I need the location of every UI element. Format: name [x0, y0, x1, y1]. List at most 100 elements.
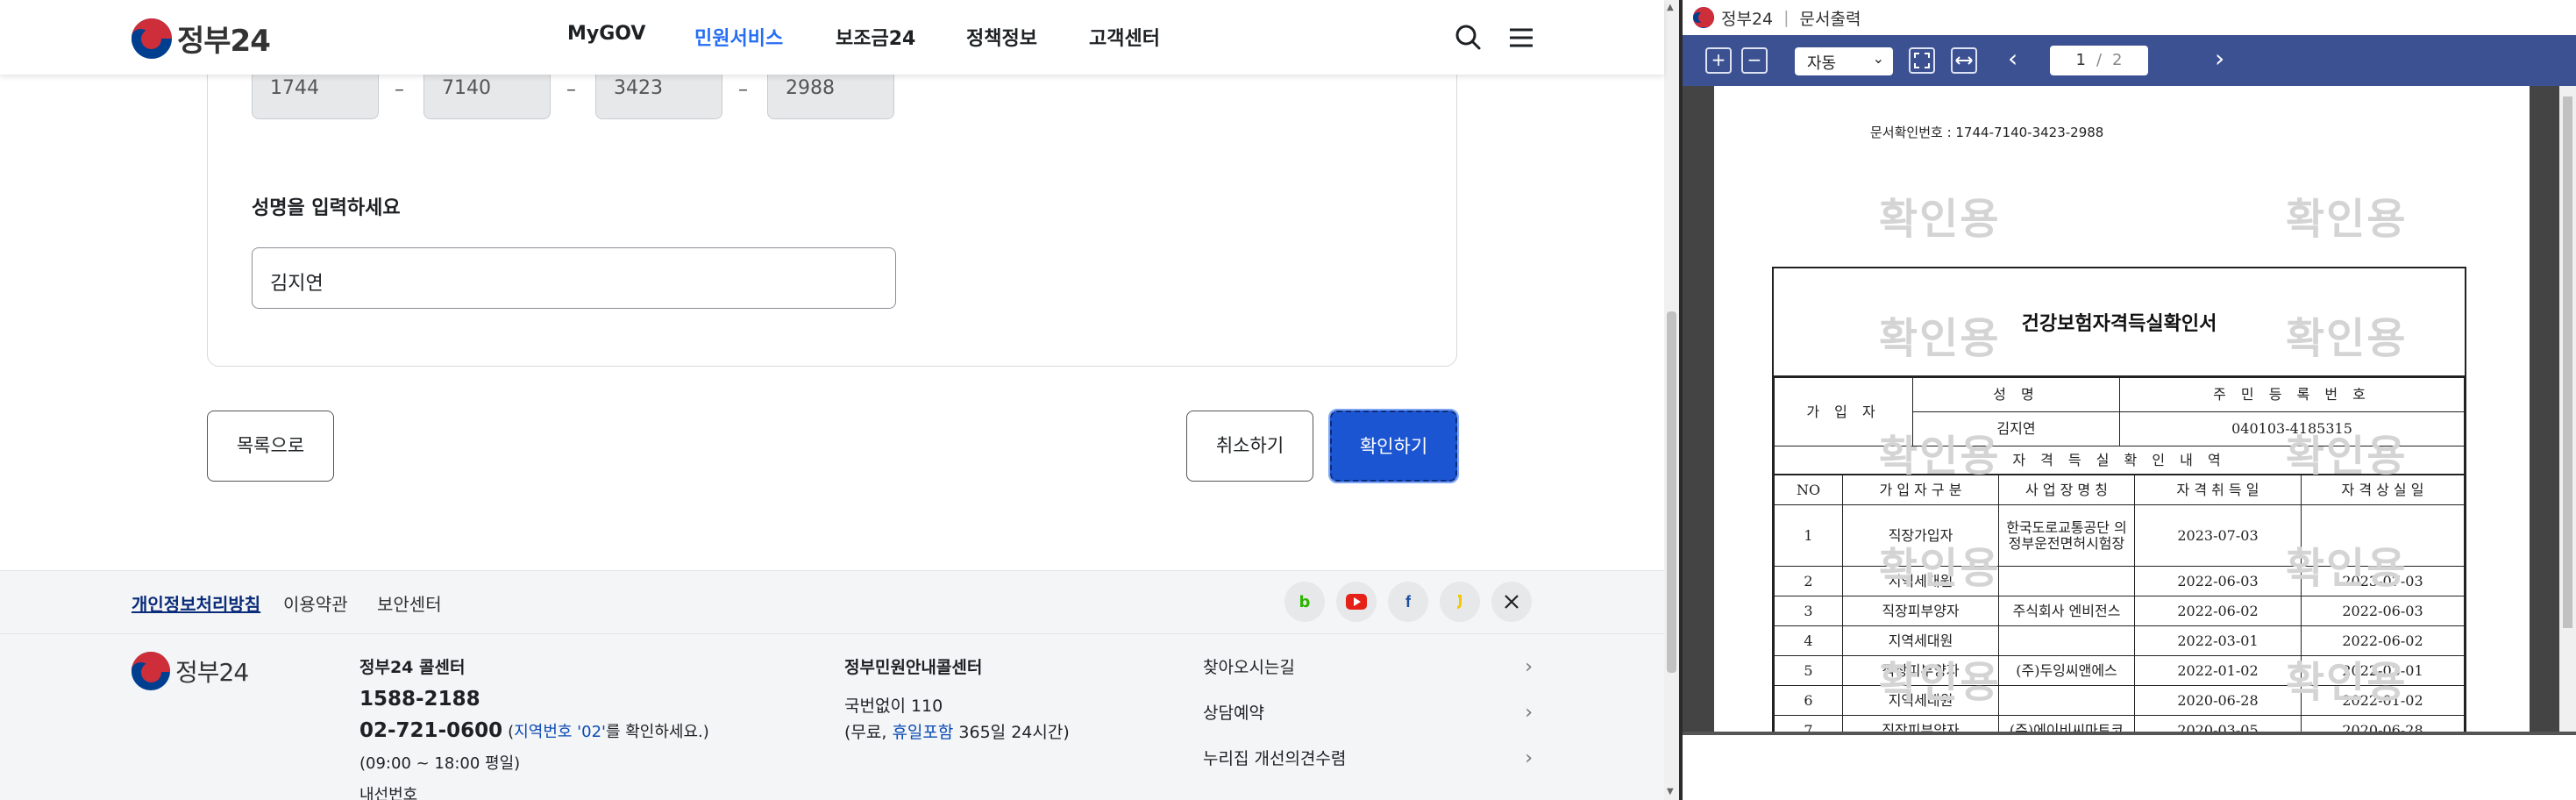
row-acquired-date: 2022-06-02	[2134, 596, 2302, 626]
footer-nav-feedback[interactable]: 누리집 개선의견수렴 ›	[1203, 743, 1533, 789]
row-workplace: 주식회사 엔비전스	[1998, 596, 2135, 626]
document-confirmation-number: 문서확인번호 : 1744-7140-3423-2988	[1870, 125, 2104, 140]
kakao-icon[interactable]	[1440, 582, 1480, 622]
terms-link[interactable]: 이용약관	[283, 590, 348, 616]
gov-note-close: 365일 24시간)	[953, 723, 1070, 742]
taegeuk-logo-icon	[1693, 7, 1714, 28]
footer-logo-text: 정부24	[175, 658, 249, 687]
viewer-toolbar: + − 자동 ⌄ ‹ 1 / 2 ›	[1683, 35, 2576, 86]
main-scrollbar[interactable]: ▲ ▼	[1664, 0, 1679, 800]
row-lost-date	[2301, 504, 2465, 567]
row-workplace	[1998, 566, 2135, 596]
search-icon[interactable]	[1452, 21, 1485, 54]
zoom-out-icon[interactable]: −	[1741, 47, 1768, 74]
gov-note-open: (무료,	[844, 723, 893, 742]
column-header: 사 업 장 명 칭	[1998, 475, 2135, 505]
cancel-button[interactable]: 취소하기	[1186, 411, 1313, 482]
nav-subsidy24[interactable]: 보조금24	[836, 23, 915, 51]
site-logo[interactable]: 정부24	[132, 17, 271, 60]
document-horizontal-scrollbar[interactable]	[1683, 732, 2576, 735]
zoom-in-icon[interactable]: +	[1705, 47, 1732, 74]
scroll-up-icon[interactable]: ▲	[1667, 3, 1674, 12]
footer-logo: 정부24	[132, 652, 249, 690]
holiday-note: 휴일포함	[892, 723, 954, 742]
phone-note-close: 를 확인하세요.)	[605, 723, 709, 741]
viewer-app-name: 정부24	[1721, 9, 1774, 29]
name-field-label: 성명을 입력하세요	[252, 197, 401, 219]
footer-nav-consult-booking[interactable]: 상담예약 ›	[1203, 697, 1533, 743]
call-center-phone-2-line: 02-721-0600 (지역번호 '02'를 확인하세요.)	[359, 715, 709, 748]
row-acquired-date: 2022-03-01	[2134, 625, 2302, 656]
insurance-certificate-table: 건강보험자격득실확인서 가 입 자 성 명 주 민 등 록 번 호 김지연 04…	[1772, 267, 2466, 732]
logo-text: 정부24	[177, 24, 271, 59]
prev-page-icon[interactable]: ‹	[2008, 44, 2017, 73]
document-viewer-window: 정부24 | 문서출력 + − 자동 ⌄ ‹ 1 / 2 › 문서확인번호 : 17…	[1679, 0, 2576, 800]
call-center-info: 정부24 콜센터 1588-2188 02-721-0600 (지역번호 '02…	[359, 652, 709, 800]
main-window: 정부24 MyGOV 민원서비스 보조금24 정책정보 고객센터 1744 – …	[0, 0, 1679, 800]
doc-number-separator: –	[566, 79, 576, 101]
zoom-select[interactable]: 자동 ⌄	[1795, 47, 1893, 75]
nav-mygov[interactable]: MyGOV	[567, 23, 645, 45]
document-title: 건강보험자격득실확인서	[1774, 268, 2465, 377]
taegeuk-logo-icon	[132, 18, 172, 59]
menu-icon[interactable]	[1505, 21, 1538, 54]
footer-nav-directions[interactable]: 찾아오시는길 ›	[1203, 652, 1533, 697]
doc-number-separator: –	[395, 79, 404, 101]
back-to-list-button[interactable]: 목록으로	[207, 411, 334, 482]
row-workplace	[1998, 625, 2135, 656]
row-type: 지역세대원	[1842, 685, 1999, 716]
row-type: 직장피부양자	[1842, 715, 1999, 732]
table-row: 4 지역세대원 2022-03-01 2022-06-02	[1774, 625, 2465, 656]
row-acquired-date: 2020-06-28	[2134, 685, 2302, 716]
fit-page-icon[interactable]	[1909, 47, 1935, 74]
row-no: 7	[1774, 715, 1843, 732]
column-header: NO	[1774, 475, 1843, 505]
blog-icon[interactable]: b	[1284, 582, 1325, 622]
row-no: 5	[1774, 655, 1843, 686]
current-page: 1	[2075, 51, 2086, 69]
row-no: 6	[1774, 685, 1843, 716]
rrn-header: 주 민 등 록 번 호	[2119, 377, 2465, 412]
security-center-link[interactable]: 보안센터	[377, 590, 442, 616]
youtube-icon[interactable]	[1336, 582, 1377, 622]
gov-call-center-title: 정부민원안내콜센터	[844, 658, 983, 677]
subscriber-rrn: 040103-4185315	[2119, 411, 2465, 446]
privacy-policy-link[interactable]: 개인정보처리방침	[132, 590, 260, 616]
row-lost-date: 2023-07-03	[2301, 566, 2465, 596]
next-page-icon[interactable]: ›	[2215, 44, 2224, 73]
table-row: 5 직장피부양자 (주)두잉씨앤에스 2022-01-02 2022-03-01	[1774, 655, 2465, 686]
table-row: 2 지역세대원 2022-06-03 2023-07-03	[1774, 566, 2465, 596]
page-indicator[interactable]: 1 / 2	[2050, 46, 2148, 75]
site-footer: 개인정보처리방침 이용약관 보안센터 b f 정부24 정부24 콜센터 158…	[0, 570, 1664, 800]
subscriber-name: 김지연	[1912, 411, 2120, 446]
x-icon[interactable]	[1491, 582, 1532, 622]
confirm-button[interactable]: 확인하기	[1328, 409, 1459, 483]
document-scroll-thumb[interactable]	[2563, 96, 2572, 628]
row-no: 3	[1774, 596, 1843, 626]
table-row: 3 직장피부양자 주식회사 엔비전스 2022-06-02 2022-06-03	[1774, 596, 2465, 626]
facebook-icon[interactable]: f	[1388, 582, 1428, 622]
gov-call-center-info: 정부민원안내콜센터 국번없이 110 (무료, 휴일포함 365일 24시간)	[844, 652, 1070, 748]
document-page: 문서확인번호 : 1744-7140-3423-2988 확인용 확인용 확인용…	[1714, 86, 2530, 732]
row-lost-date: 2022-06-03	[2301, 596, 2465, 626]
zoom-value: 자동	[1807, 54, 1837, 73]
fit-width-icon[interactable]	[1951, 47, 1977, 74]
nav-customer-center[interactable]: 고객센터	[1089, 23, 1160, 51]
name-input[interactable]: 김지연	[252, 247, 896, 309]
qualification-history-table: NO 가 입 자 구 분 사 업 장 명 칭 자 격 취 득 일 자 격 상 실…	[1774, 475, 2465, 732]
row-acquired-date: 2023-07-03	[2134, 504, 2302, 567]
row-no: 4	[1774, 625, 1843, 656]
viewer-window-title: 문서출력	[1799, 9, 1861, 29]
nav-civil-service[interactable]: 민원서비스	[694, 23, 783, 51]
chevron-right-icon: ›	[1525, 656, 1533, 678]
row-lost-date: 2022-03-01	[2301, 655, 2465, 686]
row-lost-date: 2022-01-02	[2301, 685, 2465, 716]
scroll-down-icon[interactable]: ▼	[1667, 787, 1674, 796]
footer-nav-label: 상담예약	[1203, 704, 1264, 723]
row-type: 직장가입자	[1842, 504, 1999, 567]
chevron-right-icon: ›	[1525, 702, 1533, 724]
row-type: 직장피부양자	[1842, 596, 1999, 626]
main-scroll-thumb[interactable]	[1667, 311, 1676, 673]
nav-policy-info[interactable]: 정책정보	[966, 23, 1037, 51]
document-scrollbar[interactable]	[2559, 86, 2576, 732]
